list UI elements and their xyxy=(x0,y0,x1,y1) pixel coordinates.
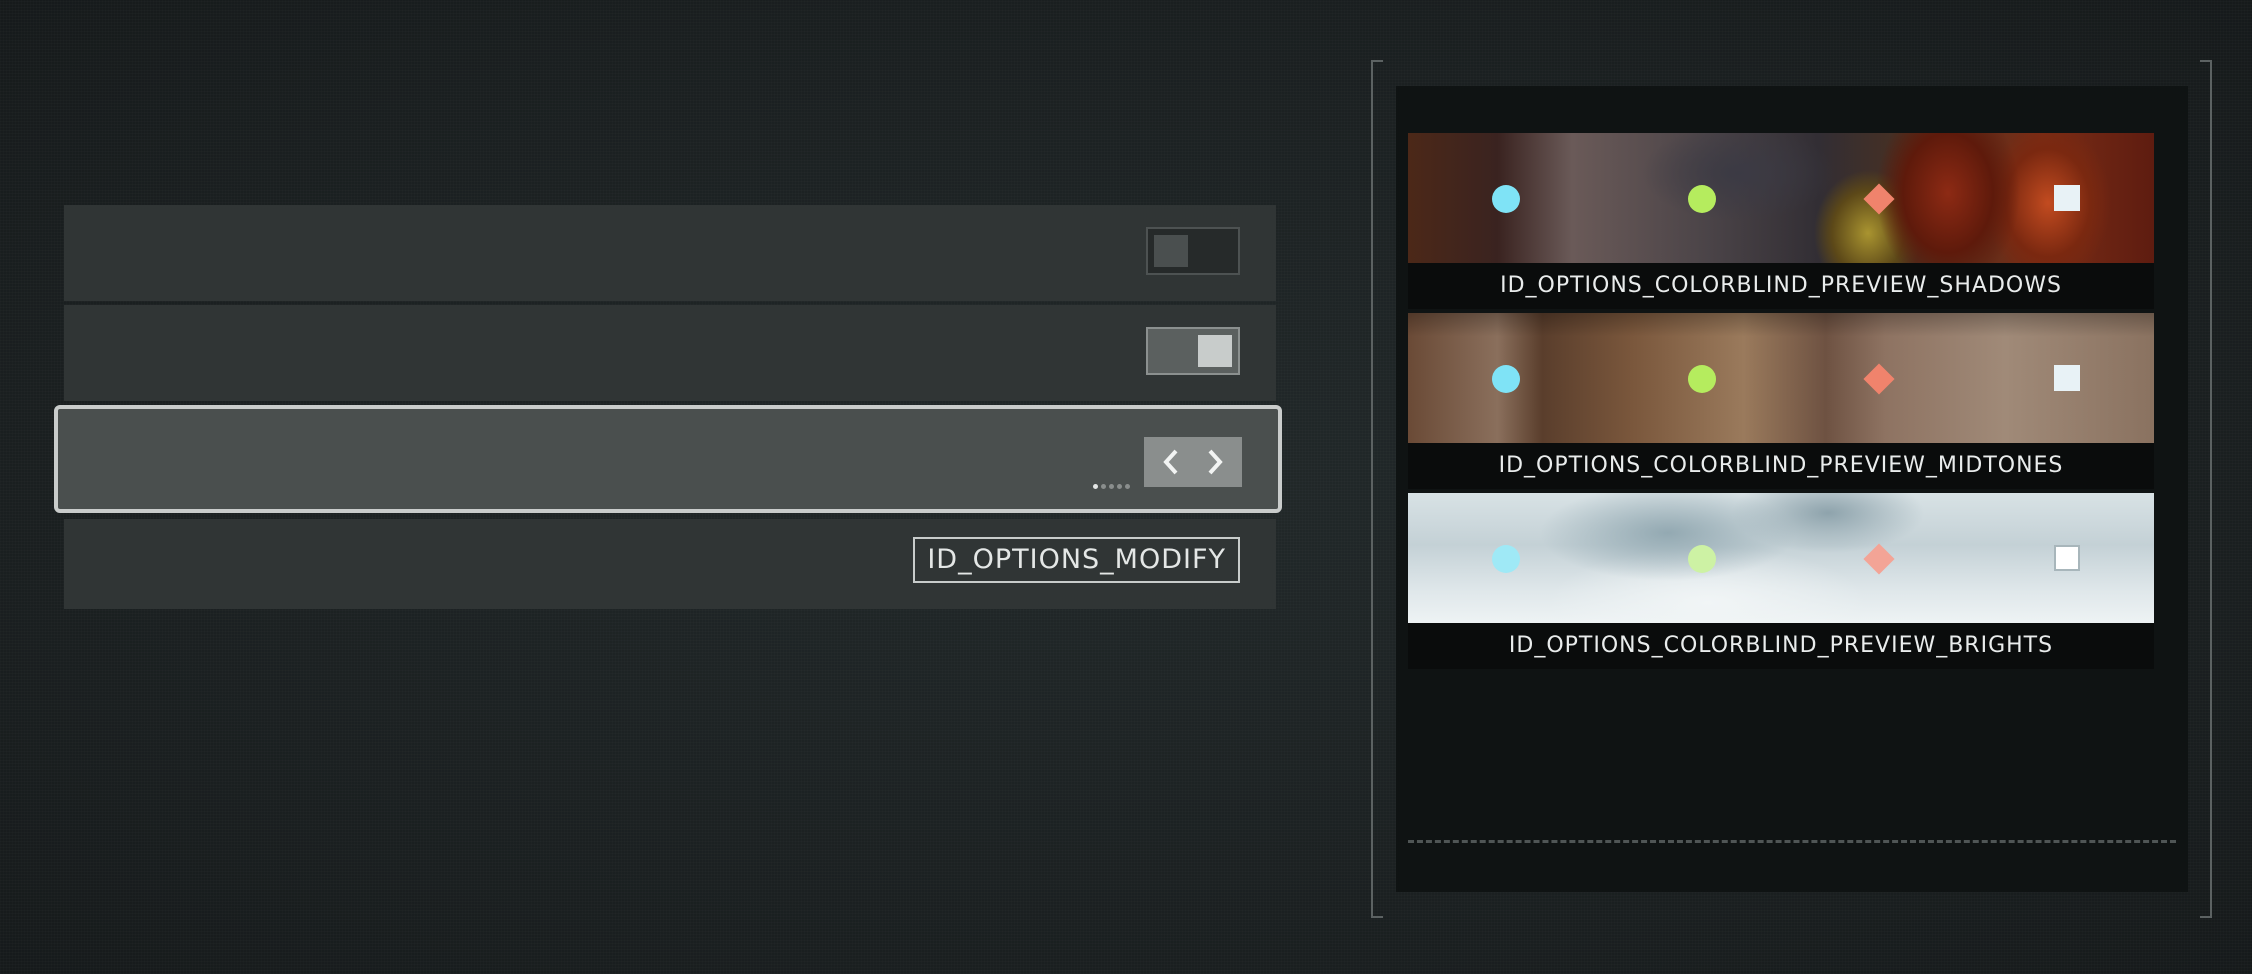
marker-row xyxy=(1408,133,2154,263)
cyan-circle-icon xyxy=(1492,545,1520,573)
chevron-left-icon[interactable] xyxy=(1158,442,1184,482)
green-circle-icon xyxy=(1688,185,1716,213)
panel-bracket-left xyxy=(1371,60,1383,918)
cyan-circle-icon xyxy=(1492,185,1520,213)
preview-caption: ID_OPTIONS_COLORBLIND_PREVIEW_SHADOWS xyxy=(1408,263,2154,309)
white-square-icon xyxy=(2054,365,2080,391)
settings-row-2[interactable] xyxy=(64,305,1276,401)
page-dot xyxy=(1125,484,1130,489)
preview-caption: ID_OPTIONS_COLORBLIND_PREVIEW_BRIGHTS xyxy=(1408,623,2154,669)
settings-list: ID_OPTIONS_MODIFY xyxy=(54,205,1282,613)
page-dot xyxy=(1109,484,1114,489)
settings-row-1[interactable] xyxy=(64,205,1276,301)
panel-bracket-right xyxy=(2200,60,2212,918)
page-indicator xyxy=(1093,484,1130,489)
salmon-diamond-icon xyxy=(1863,363,1895,395)
salmon-diamond-icon xyxy=(1863,543,1895,575)
toggle-switch-on[interactable] xyxy=(1146,327,1240,375)
preview-midtones: ID_OPTIONS_COLORBLIND_PREVIEW_MIDTONES xyxy=(1408,313,2154,489)
marker-row xyxy=(1408,313,2154,443)
dashed-divider xyxy=(1408,840,2176,843)
page-dot-active xyxy=(1093,484,1098,489)
toggle-switch-off[interactable] xyxy=(1146,227,1240,275)
marker-row xyxy=(1408,493,2154,623)
page-dot xyxy=(1101,484,1106,489)
white-square-icon xyxy=(2054,185,2080,211)
page-dot xyxy=(1117,484,1122,489)
settings-row-3-selected[interactable] xyxy=(54,405,1282,513)
modify-button[interactable]: ID_OPTIONS_MODIFY xyxy=(913,537,1240,583)
preview-caption: ID_OPTIONS_COLORBLIND_PREVIEW_MIDTONES xyxy=(1408,443,2154,489)
option-stepper[interactable] xyxy=(1144,437,1242,487)
green-circle-icon xyxy=(1688,545,1716,573)
green-circle-icon xyxy=(1688,365,1716,393)
cyan-circle-icon xyxy=(1492,365,1520,393)
preview-shadows: ID_OPTIONS_COLORBLIND_PREVIEW_SHADOWS xyxy=(1408,133,2154,309)
preview-brights: ID_OPTIONS_COLORBLIND_PREVIEW_BRIGHTS xyxy=(1408,493,2154,669)
toggle-knob xyxy=(1198,335,1232,367)
settings-footer: ID_OPTIONS_MODIFY xyxy=(64,519,1276,609)
white-square-icon xyxy=(2054,545,2080,571)
colorblind-options-screen: ID_OPTIONS_MODIFY ID_OPTIONS_COLORBLIND_… xyxy=(0,0,2252,974)
chevron-right-icon[interactable] xyxy=(1202,442,1228,482)
colorblind-preview-panel: ID_OPTIONS_COLORBLIND_PREVIEW_SHADOWS ID… xyxy=(1396,86,2188,892)
toggle-knob xyxy=(1154,235,1188,267)
salmon-diamond-icon xyxy=(1863,183,1895,215)
